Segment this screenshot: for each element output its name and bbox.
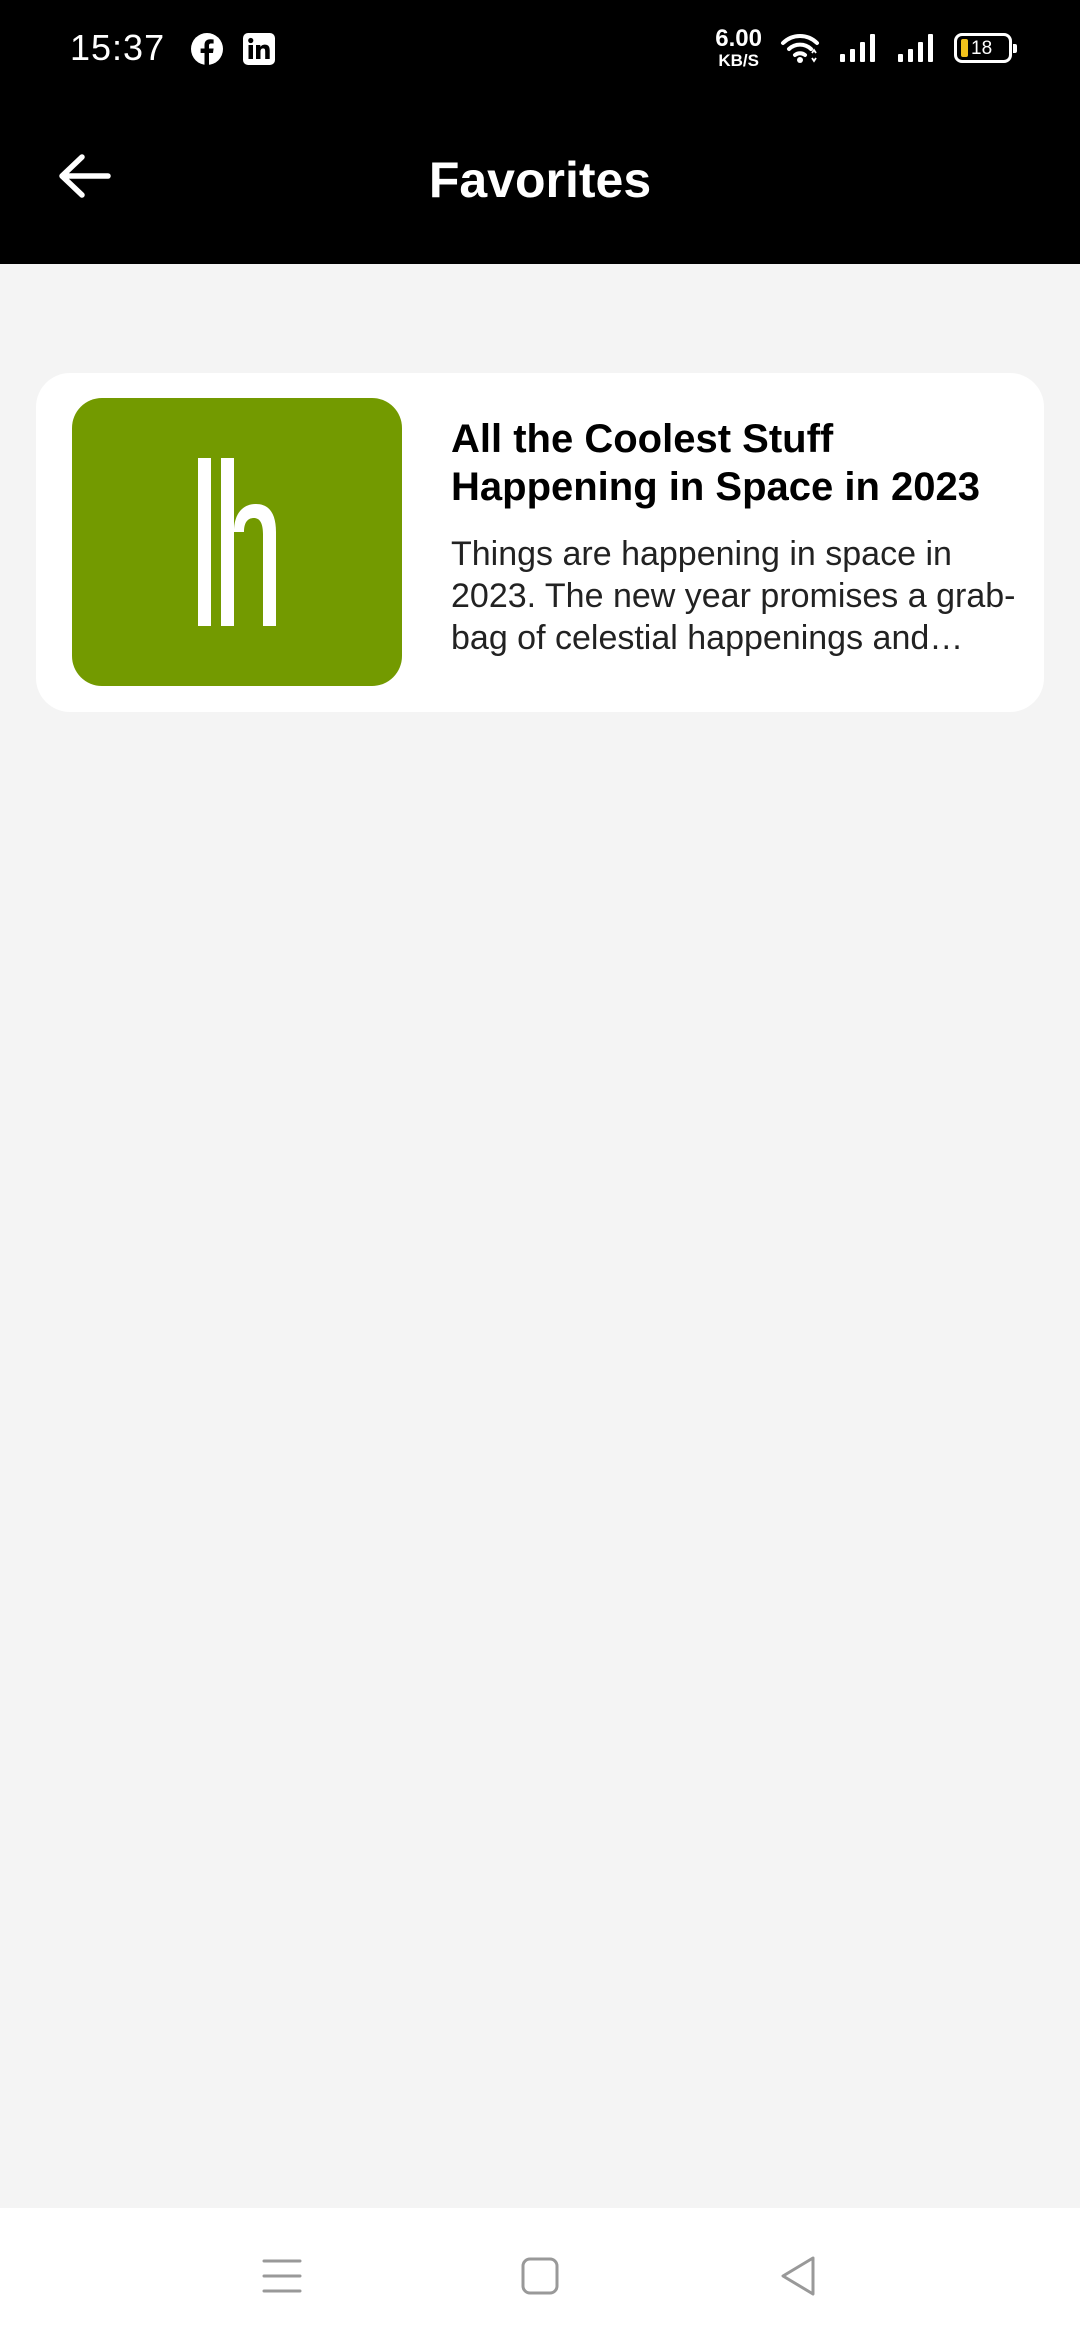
article-text: All the Coolest Stuff Happening in Space… <box>451 415 1021 659</box>
facebook-icon <box>191 33 223 66</box>
favorite-article-card[interactable]: All the Coolest Stuff Happening in Space… <box>36 373 1044 712</box>
back-triangle-icon <box>781 2256 815 2296</box>
home-button[interactable] <box>510 2246 570 2306</box>
network-speed: 6.00 KB/S <box>715 25 762 70</box>
recent-apps-button[interactable] <box>252 2246 312 2306</box>
status-time: 15:37 <box>70 27 166 68</box>
favorites-list: All the Coolest Stuff Happening in Space… <box>0 264 1080 2208</box>
page-title: Favorites <box>428 152 652 208</box>
battery-level: 18 <box>971 37 993 59</box>
network-speed-value: 6.00 <box>715 25 762 52</box>
linkedin-icon <box>243 33 275 65</box>
lifehacker-logo <box>198 458 276 626</box>
status-bar: 15:37 6.00 KB/S 18 <box>0 0 1080 96</box>
home-square-icon <box>521 2257 559 2295</box>
battery-icon: 18 <box>954 33 1017 63</box>
signal-icon-sim2 <box>898 34 933 62</box>
signal-icon-sim1 <box>840 34 875 62</box>
article-description: Things are happening in space in 2023. T… <box>451 535 1016 657</box>
nav-back-button[interactable] <box>768 2246 828 2306</box>
battery-fill <box>961 39 968 57</box>
wifi-icon <box>781 33 819 63</box>
menu-icon <box>262 2259 302 2293</box>
app-bar: Favorites <box>0 96 1080 264</box>
system-nav-bar <box>0 2208 1080 2340</box>
network-speed-unit: KB/S <box>718 51 759 70</box>
article-title: All the Coolest Stuff Happening in Space… <box>451 417 981 509</box>
article-thumbnail <box>72 398 402 686</box>
status-indicators: 6.00 KB/S 18 <box>715 24 1017 72</box>
